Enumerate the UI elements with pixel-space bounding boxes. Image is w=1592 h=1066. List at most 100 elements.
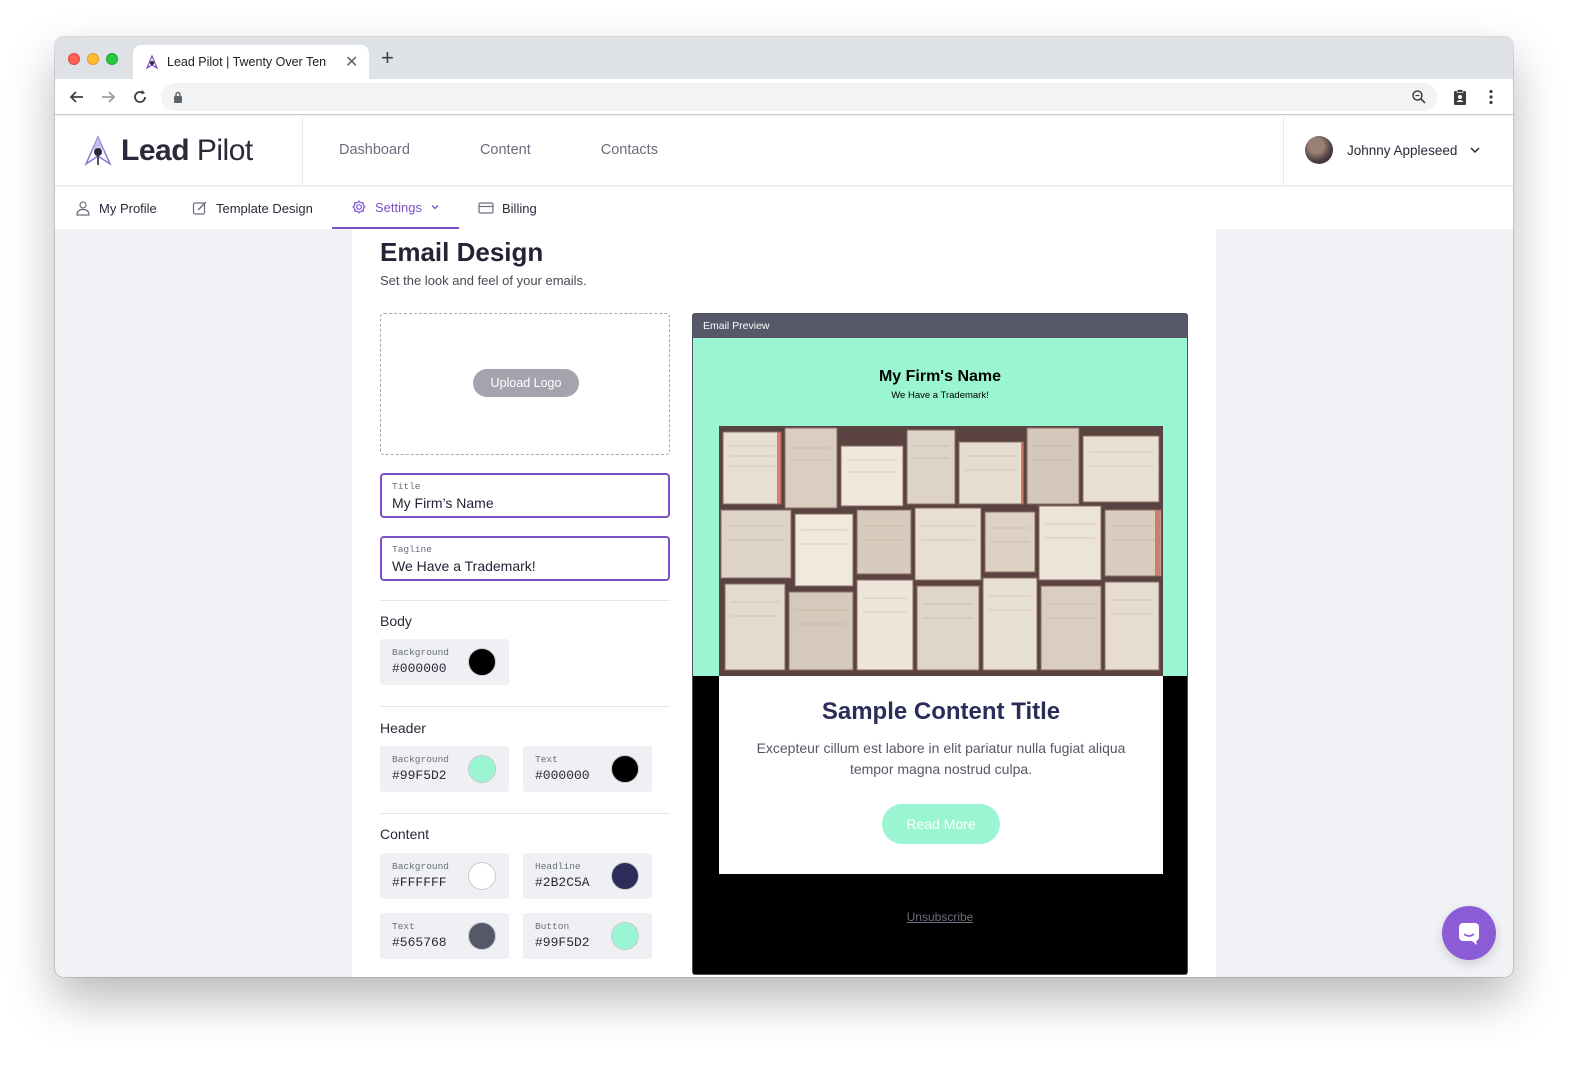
body-section-label: Body xyxy=(380,613,412,629)
divider xyxy=(380,813,670,814)
avatar xyxy=(1305,136,1333,164)
tab-template-design-label: Template Design xyxy=(216,200,313,216)
email-firm-name: My Firm's Name xyxy=(878,368,1002,385)
logo-drop-zone[interactable]: Upload Logo xyxy=(380,313,670,455)
title-field[interactable]: Title xyxy=(380,473,670,518)
nav-contacts[interactable]: Contacts xyxy=(601,142,658,158)
email-preview: Email Preview My Firm's Name We Have a T… xyxy=(692,313,1188,975)
browser-menu-icon[interactable] xyxy=(1481,87,1501,107)
swatch-value: #99F5D2 xyxy=(535,935,590,950)
edit-icon xyxy=(192,201,207,215)
lead-pilot-favicon-icon xyxy=(145,55,159,69)
browser-window: Lead Pilot | Twenty Over Ten ✕ + Lead Pi… xyxy=(55,37,1513,977)
tab-settings-label: Settings xyxy=(375,199,422,215)
body-background-swatch[interactable]: Background #000000 xyxy=(380,639,509,685)
lead-pilot-logo[interactable]: Lead Pilot xyxy=(83,134,253,168)
content-button-swatch[interactable]: Button #99F5D2 xyxy=(523,913,652,959)
swatch-value: #FFFFFF xyxy=(392,875,447,890)
user-menu[interactable]: Johnny Appleseed xyxy=(1305,136,1481,164)
settings-sub-nav: My Profile Template Design Settings Bill… xyxy=(55,187,1513,229)
title-input[interactable] xyxy=(392,495,658,511)
clipboard-extension-icon[interactable] xyxy=(1450,87,1470,107)
swatch-label: Background xyxy=(392,861,450,872)
chevron-down-icon xyxy=(431,205,439,210)
tab-my-profile-label: My Profile xyxy=(99,200,157,216)
email-preview-bar: Email Preview xyxy=(693,314,1187,338)
swatch-label: Background xyxy=(392,647,450,658)
header-text-swatch[interactable]: Text #000000 xyxy=(523,746,652,792)
reload-icon[interactable] xyxy=(130,87,150,107)
swatch-label: Headline xyxy=(535,861,581,872)
header-background-swatch[interactable]: Background #99F5D2 xyxy=(380,746,509,792)
swatch-label: Text xyxy=(535,754,558,765)
color-dot xyxy=(468,648,496,676)
unsubscribe-link[interactable]: Unsubscribe xyxy=(693,910,1187,924)
chat-icon xyxy=(1459,923,1479,945)
page-subtitle: Set the look and feel of your emails. xyxy=(380,273,587,288)
email-preview-label: Email Preview xyxy=(703,320,770,332)
swatch-value: #2B2C5A xyxy=(535,875,590,890)
tab-settings[interactable]: Settings xyxy=(332,187,459,229)
tab-my-profile[interactable]: My Profile xyxy=(75,187,157,229)
email-design-panel: Email Design Set the look and feel of yo… xyxy=(352,229,1216,977)
gear-icon xyxy=(352,200,366,214)
open-books-image xyxy=(719,426,1163,676)
logo-text-bold: Lead xyxy=(121,134,190,167)
color-dot xyxy=(611,922,639,950)
swatch-label: Background xyxy=(392,754,450,765)
browser-tab-bar: Lead Pilot | Twenty Over Ten ✕ + xyxy=(55,37,1513,79)
maximize-window-button[interactable] xyxy=(106,53,118,65)
swatch-value: #99F5D2 xyxy=(392,768,447,783)
read-more-button[interactable]: Read More xyxy=(882,804,1000,844)
back-arrow-icon[interactable] xyxy=(67,87,87,107)
color-dot xyxy=(611,862,639,890)
rocket-logo-icon xyxy=(84,135,112,166)
close-window-button[interactable] xyxy=(68,53,80,65)
email-headline: Sample Content Title xyxy=(821,698,1061,725)
page-title: Email Design xyxy=(380,237,544,267)
browser-tab[interactable]: Lead Pilot | Twenty Over Ten ✕ xyxy=(133,45,369,79)
color-dot xyxy=(468,922,496,950)
user-name: Johnny Appleseed xyxy=(1347,142,1458,158)
email-hero-image xyxy=(719,426,1163,676)
header-section-label: Header xyxy=(380,720,426,736)
color-dot xyxy=(611,755,639,783)
divider xyxy=(380,706,670,707)
email-content-block: Sample Content Title Excepteur cillum es… xyxy=(719,676,1163,874)
new-tab-icon[interactable]: + xyxy=(381,47,394,69)
tagline-field[interactable]: Tagline xyxy=(380,536,670,581)
address-bar[interactable] xyxy=(161,83,1437,111)
upload-logo-button[interactable]: Upload Logo xyxy=(473,369,579,397)
app-header: Lead Pilot Dashboard Content Contacts Jo… xyxy=(55,116,1513,186)
color-dot xyxy=(468,755,496,783)
nav-dashboard[interactable]: Dashboard xyxy=(339,142,410,158)
content-text-swatch[interactable]: Text #565768 xyxy=(380,913,509,959)
logo-text-light: Pilot xyxy=(189,134,253,167)
content-headline-swatch[interactable]: Headline #2B2C5A xyxy=(523,853,652,899)
email-tagline: We Have a Trademark! xyxy=(891,390,989,401)
content-background-swatch[interactable]: Background #FFFFFF xyxy=(380,853,509,899)
content-section-label: Content xyxy=(380,826,430,842)
user-icon xyxy=(76,201,90,216)
close-tab-icon[interactable]: ✕ xyxy=(345,52,358,72)
browser-tab-title: Lead Pilot | Twenty Over Ten xyxy=(167,55,327,69)
swatch-label: Button xyxy=(535,921,570,932)
chevron-down-icon xyxy=(1470,147,1480,154)
tagline-input[interactable] xyxy=(392,558,658,574)
tab-billing[interactable]: Billing xyxy=(478,187,537,229)
nav-content[interactable]: Content xyxy=(480,142,531,158)
tagline-field-label: Tagline xyxy=(392,544,432,555)
header-divider xyxy=(1283,116,1284,186)
email-body-text: Excepteur cillum est labore in elit pari… xyxy=(756,740,1126,777)
chat-launcher[interactable] xyxy=(1442,906,1496,960)
minimize-window-button[interactable] xyxy=(87,53,99,65)
email-preview-header: My Firm's Name We Have a Trademark! xyxy=(693,338,1187,676)
color-dot xyxy=(468,862,496,890)
swatch-value: #000000 xyxy=(392,661,447,676)
swatch-value: #000000 xyxy=(535,768,590,783)
zoom-icon[interactable] xyxy=(1411,89,1427,105)
divider xyxy=(380,600,670,601)
tab-template-design[interactable]: Template Design xyxy=(192,187,313,229)
tab-billing-label: Billing xyxy=(502,200,537,216)
forward-arrow-icon[interactable] xyxy=(98,87,118,107)
